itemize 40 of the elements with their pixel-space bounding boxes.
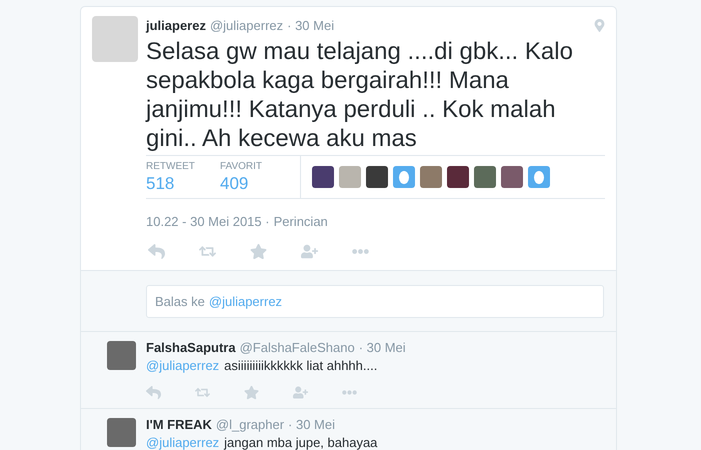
star-icon[interactable] — [244, 384, 259, 400]
reply-icon[interactable] — [148, 242, 165, 260]
avatar-photo-placeholder[interactable] — [107, 341, 136, 370]
reply-text: asiiiiiiiiikkkkkk liat ahhhh.... — [224, 358, 378, 374]
user-handle[interactable]: @juliaperrez — [210, 16, 284, 36]
user-handle[interactable]: @FalshaFaleShano — [240, 340, 355, 356]
user-name[interactable]: I'M FREAK — [146, 417, 212, 433]
user-name[interactable]: juliaperez — [146, 16, 206, 36]
follow-icon[interactable] — [293, 384, 308, 400]
stat-count[interactable]: 409 — [220, 174, 280, 194]
location-pin-icon[interactable] — [593, 19, 606, 32]
tweet-text: Selasa gw mau telajang ....di gbk... Kalo sepakbola kaga bergairah!!! Mana janjimu!!! Katanya perduli .. Kok malah gini.. Ah kecewa aku mas — [146, 36, 574, 152]
follow-icon[interactable] — [301, 242, 318, 260]
favoriter-photo-placeholder[interactable] — [366, 166, 388, 188]
stat-label: FAVORIT — [220, 160, 264, 174]
avatar-photo-placeholder[interactable] — [92, 16, 138, 62]
details-link[interactable]: Perincian — [274, 212, 328, 231]
stat-count[interactable]: 518 — [146, 174, 206, 194]
favoriter-photo-placeholder[interactable] — [501, 166, 523, 188]
tweet-time[interactable]: · 30 Mei — [287, 16, 334, 36]
mention-link[interactable]: @juliaperrez — [146, 358, 220, 374]
favoriter-photo-placeholder[interactable] — [447, 166, 469, 188]
avatar-photo-placeholder[interactable] — [107, 418, 136, 447]
reply-icon[interactable] — [146, 384, 161, 400]
egg-avatar-icon[interactable] — [393, 166, 415, 188]
user-name[interactable]: FalshaSaputra — [146, 340, 236, 356]
tweet-time[interactable]: · 30 Mei — [358, 340, 406, 356]
reply-mention: @juliaperrez — [208, 292, 282, 311]
reply-placeholder: Balas ke — [155, 292, 205, 311]
reply-input-field[interactable]: Balas ke @juliaperrez — [146, 285, 604, 318]
star-icon[interactable] — [250, 242, 267, 260]
favoriter-photo-placeholder[interactable] — [474, 166, 496, 188]
tweet-time[interactable]: · 30 Mei — [288, 417, 336, 433]
tweet-timestamp: 10.22 - 30 Mei 2015 · — [146, 212, 270, 230]
user-handle[interactable]: @l_grapher — [216, 417, 284, 433]
egg-avatar-icon[interactable] — [528, 166, 550, 188]
reply-text: jangan mba jupe, bahayaa — [224, 435, 378, 450]
stat-label: RETWEET — [146, 160, 196, 174]
mention-link[interactable]: @juliaperrez — [146, 435, 220, 450]
favoriter-photo-placeholder[interactable] — [312, 166, 334, 188]
